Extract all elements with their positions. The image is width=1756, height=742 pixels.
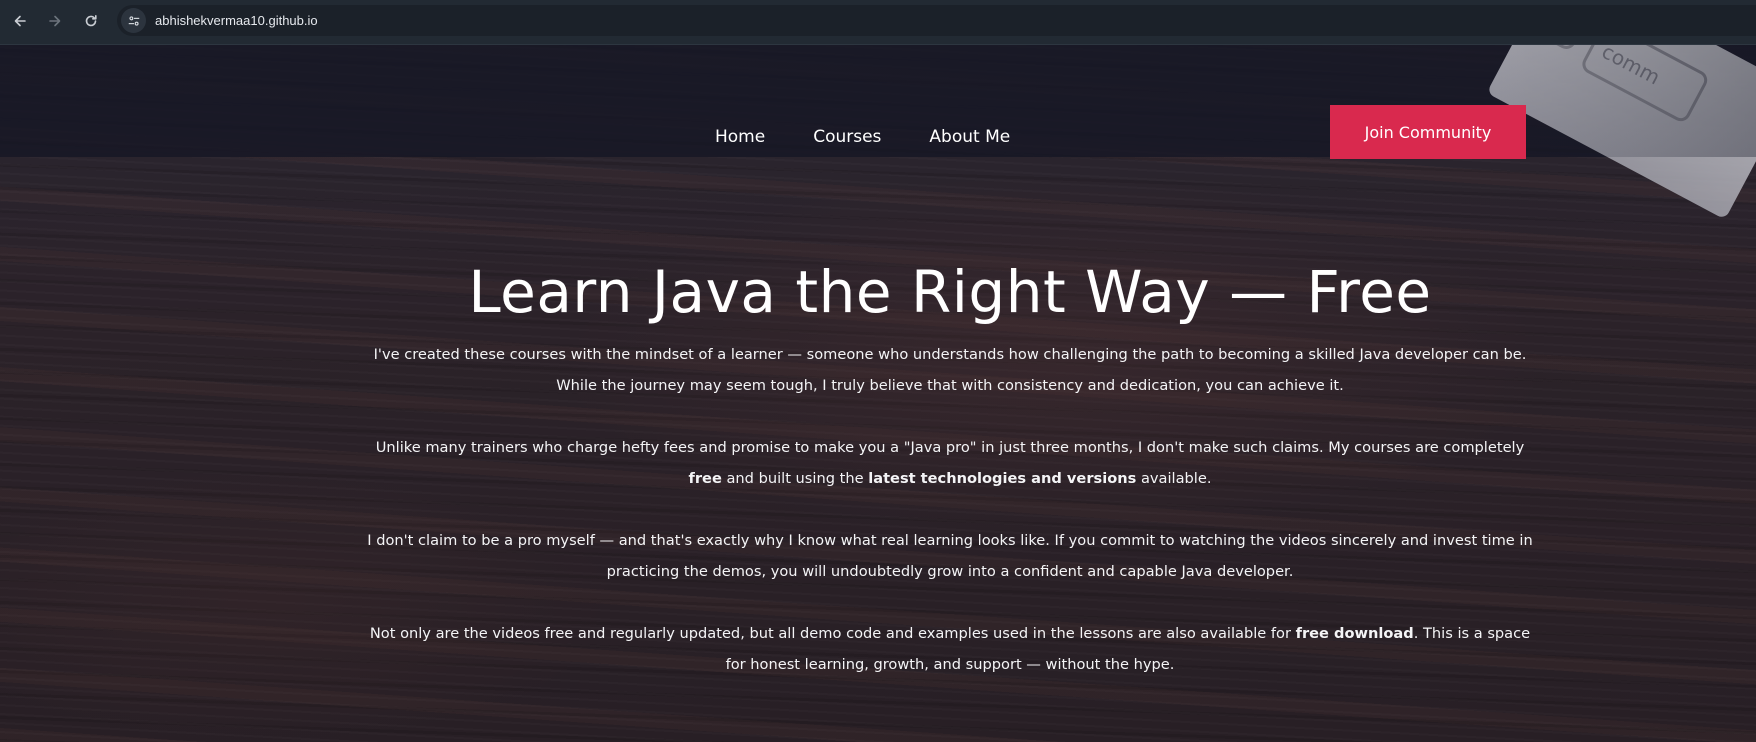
nav-home[interactable]: Home	[715, 127, 765, 147]
site-settings-icon	[128, 15, 139, 26]
browser-toolbar: abhishekvermaa10.github.io	[0, 0, 1756, 45]
address-bar[interactable]: abhishekvermaa10.github.io	[117, 5, 1756, 36]
reload-icon	[85, 15, 97, 27]
site-info-button[interactable]	[121, 8, 146, 33]
hero-paragraph-2: Unlike many trainers who charge hefty fe…	[375, 439, 1525, 487]
hero-paragraph-3: I don't claim to be a pro myself — and t…	[367, 532, 1533, 580]
forward-arrow-icon	[49, 15, 61, 27]
back-button[interactable]	[7, 8, 33, 34]
hero-section: Learn Java the Right Way — Free I've cre…	[360, 255, 1540, 711]
back-arrow-icon	[14, 15, 26, 27]
nav-about-me[interactable]: About Me	[929, 127, 1010, 147]
url-text[interactable]: abhishekvermaa10.github.io	[155, 13, 318, 28]
web-page: comm Home Courses About Me Join Communit…	[0, 45, 1756, 742]
nav-courses[interactable]: Courses	[813, 127, 881, 147]
hero-paragraph-4: Not only are the videos free and regular…	[369, 625, 1531, 673]
hero-paragraph-1: I've created these courses with the mind…	[373, 346, 1527, 394]
hero-title: Learn Java the Right Way — Free	[468, 258, 1432, 326]
main-nav: Home Courses About Me	[715, 127, 1058, 147]
forward-button[interactable]	[42, 8, 68, 34]
reload-button[interactable]	[78, 8, 104, 34]
join-community-button[interactable]: Join Community	[1330, 105, 1526, 159]
